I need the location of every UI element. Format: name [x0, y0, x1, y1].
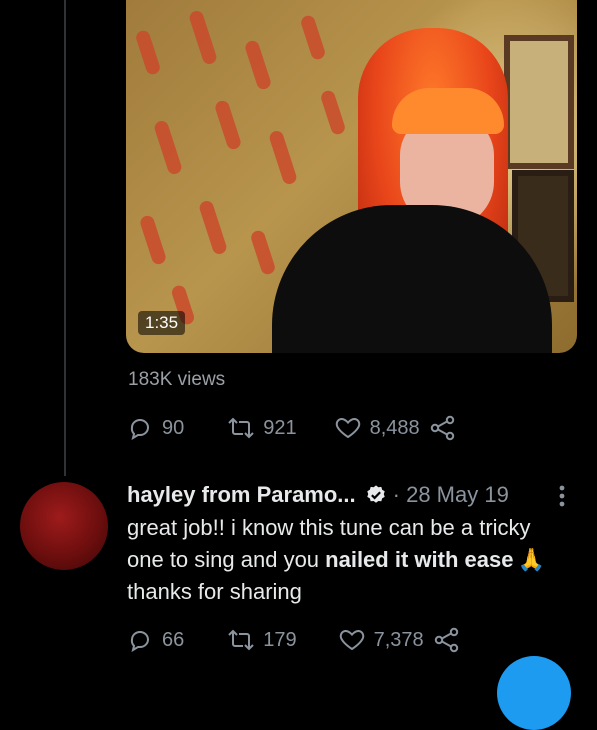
avatar[interactable]	[20, 482, 108, 570]
verified-badge-icon	[366, 485, 385, 503]
wallpaper-pattern	[243, 39, 273, 91]
reply-text: great job!! i know this tune can be a tr…	[127, 512, 567, 608]
like-count: 7,378	[373, 628, 424, 651]
video-duration: 1:35	[138, 311, 186, 335]
reply-text-bold: nailed it with ease	[325, 547, 514, 572]
wallpaper-pattern	[267, 129, 299, 186]
person-bangs	[392, 88, 504, 134]
reply-timestamp: · 28 May 19	[392, 482, 509, 507]
wallpaper-pattern	[249, 228, 277, 277]
reply-button[interactable]: 90	[129, 416, 184, 440]
person-body	[272, 205, 552, 353]
reply-text-part2: thanks for sharing	[127, 579, 302, 604]
like-icon	[339, 629, 364, 651]
wallpaper-pattern	[152, 119, 184, 176]
wallpaper-pattern	[299, 13, 327, 62]
wallpaper-pattern	[134, 28, 162, 77]
view-count: 183K views	[128, 369, 226, 390]
wallpaper-pattern	[213, 99, 243, 151]
retweet-icon	[228, 417, 254, 439]
folded-hands-emoji: 🙏	[517, 547, 545, 572]
reply-header: hayley from Paramo... · 28 May 19	[127, 480, 567, 510]
like-icon	[335, 417, 360, 439]
tweet-action-bar: 90 921 8,488	[129, 415, 456, 441]
wallpaper-pattern	[319, 88, 347, 137]
reply-action-bar: 66 179 7,378	[129, 627, 460, 653]
display-name[interactable]: hayley from Paramo...	[127, 482, 356, 508]
share-button[interactable]	[430, 415, 456, 441]
thread-connector-line	[64, 0, 66, 476]
share-icon	[434, 627, 458, 653]
reply-count: 90	[162, 416, 185, 439]
retweet-button[interactable]: 179	[228, 628, 297, 652]
wall-picture-frame	[504, 35, 574, 169]
video-player[interactable]: 1:35	[126, 0, 577, 353]
like-button[interactable]: 7,378	[339, 628, 424, 652]
wallpaper-pattern	[197, 199, 229, 256]
retweet-button[interactable]: 921	[228, 416, 297, 440]
reply-icon	[130, 631, 149, 652]
wallpaper-pattern	[187, 9, 219, 66]
retweet-count: 179	[263, 628, 297, 651]
retweet-count: 921	[263, 416, 297, 439]
more-icon[interactable]	[551, 484, 573, 510]
share-button[interactable]	[434, 627, 460, 653]
wallpaper-pattern	[138, 214, 168, 266]
reply-icon	[130, 419, 149, 440]
compose-button[interactable]	[497, 656, 571, 730]
reply-button[interactable]: 66	[129, 628, 184, 652]
reply-count: 66	[162, 628, 185, 651]
like-count: 8,488	[369, 416, 420, 439]
reply-tweet[interactable]: hayley from Paramo... · 28 May 19 great …	[127, 480, 567, 608]
retweet-icon	[228, 629, 254, 651]
like-button[interactable]: 8,488	[335, 416, 420, 440]
share-icon	[430, 415, 454, 441]
